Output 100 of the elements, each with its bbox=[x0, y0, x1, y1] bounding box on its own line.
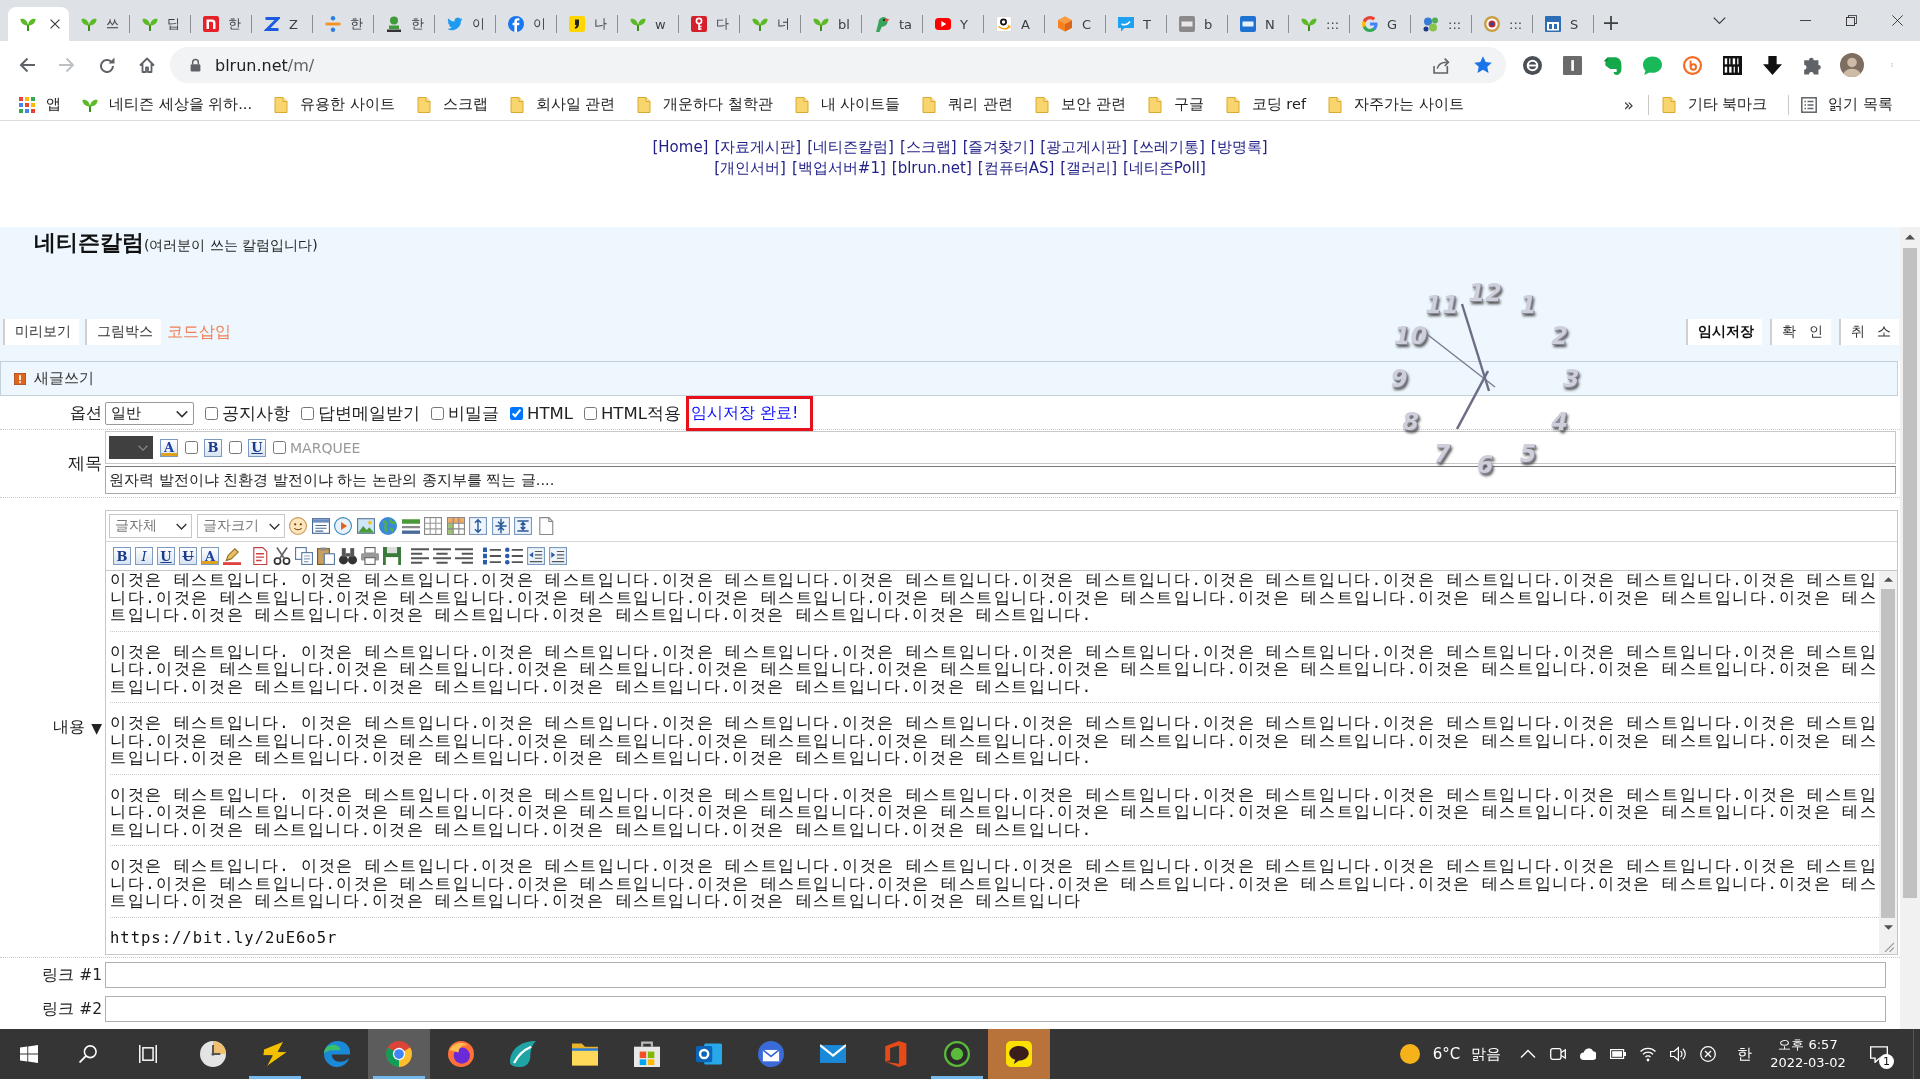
scissors-icon[interactable] bbox=[273, 547, 291, 565]
download-arrow-icon[interactable] bbox=[1762, 55, 1782, 75]
preview-button[interactable]: 미리보기 bbox=[3, 319, 79, 345]
bookmark-folder[interactable]: 보안 관련 bbox=[1028, 90, 1132, 119]
scroll-up-icon[interactable] bbox=[1883, 575, 1893, 584]
home-icon[interactable] bbox=[139, 57, 155, 73]
puzzle-icon[interactable] bbox=[1802, 55, 1822, 75]
bookmark-folder[interactable]: 자주가는 사이트 bbox=[1321, 90, 1470, 119]
indent-icon[interactable] bbox=[549, 547, 567, 565]
address-bar[interactable]: blrun.net/m/ bbox=[170, 47, 1506, 83]
nav-link[interactable]: [쓰레기통] bbox=[1133, 137, 1205, 158]
link-input-field[interactable] bbox=[105, 962, 1886, 988]
nav-link[interactable]: [컴퓨터AS] bbox=[977, 158, 1055, 179]
browser-tab[interactable]: ::: bbox=[1289, 7, 1350, 41]
notification-icon[interactable] bbox=[1870, 1045, 1888, 1063]
align-right-icon[interactable] bbox=[455, 547, 473, 565]
category-select[interactable]: 일반 bbox=[105, 402, 194, 425]
image-icon[interactable] bbox=[356, 517, 375, 535]
collapse-toggle[interactable]: ▼ bbox=[91, 719, 102, 736]
nav-link[interactable]: [네티즌칼럼] bbox=[807, 137, 894, 158]
text-color-button[interactable]: A bbox=[160, 438, 178, 457]
nav-link[interactable]: [광고게시판] bbox=[1040, 137, 1128, 158]
nav-link[interactable]: [Home] bbox=[652, 137, 709, 158]
outdent-icon[interactable] bbox=[527, 547, 545, 565]
underline-button[interactable]: U bbox=[248, 438, 266, 457]
font-select[interactable]: 글자체 bbox=[109, 514, 192, 538]
battery-icon[interactable] bbox=[1610, 1046, 1626, 1062]
horizontal-rule-icon[interactable] bbox=[401, 517, 420, 535]
align-left-icon[interactable] bbox=[411, 547, 429, 565]
close-icon[interactable] bbox=[1891, 15, 1903, 26]
copy-icon[interactable] bbox=[295, 547, 313, 565]
browser-tab[interactable]: 딥 bbox=[130, 7, 191, 41]
checkbox[interactable] bbox=[229, 441, 242, 454]
nav-link[interactable]: [갤러리] bbox=[1060, 158, 1117, 179]
ring-logo-icon[interactable] bbox=[1522, 55, 1542, 75]
bookmark-link[interactable]: 네티즌 세상을 위하... bbox=[76, 90, 259, 119]
browser-tab[interactable]: 다 bbox=[679, 7, 740, 41]
back-arrow-icon[interactable] bbox=[19, 57, 35, 73]
bullet-list-icon[interactable] bbox=[505, 547, 523, 565]
chevron-down-icon[interactable] bbox=[1712, 14, 1726, 27]
circle-logo-icon[interactable] bbox=[1682, 55, 1702, 75]
checkbox[interactable] bbox=[301, 407, 314, 420]
scrollbar-thumb[interactable] bbox=[1881, 589, 1895, 918]
browser-tab[interactable]: b bbox=[1167, 7, 1228, 41]
checkbox[interactable] bbox=[431, 407, 444, 420]
bookmark-folder[interactable]: 회사일 관련 bbox=[502, 90, 622, 119]
checkbox[interactable] bbox=[273, 441, 286, 454]
nav-link[interactable]: [방명록] bbox=[1210, 137, 1268, 158]
underline-button[interactable]: U bbox=[157, 547, 175, 565]
browser-tab[interactable]: 한 bbox=[313, 7, 374, 41]
temp-save-button[interactable]: 임시저장 bbox=[1686, 319, 1763, 345]
restore-icon[interactable] bbox=[1845, 15, 1857, 26]
bookmark-folder[interactable]: 쿼리 관련 bbox=[915, 90, 1020, 119]
spacing-icon[interactable] bbox=[469, 517, 487, 535]
color-select[interactable] bbox=[109, 436, 153, 459]
task-view-icon[interactable] bbox=[139, 1045, 157, 1063]
volume-icon[interactable] bbox=[1670, 1046, 1686, 1062]
browser-tab[interactable]: 너 bbox=[740, 7, 801, 41]
browser-tab[interactable]: 나 bbox=[557, 7, 618, 41]
bookmark-folder[interactable]: 기타 북마크 bbox=[1654, 90, 1774, 119]
spacing-icon[interactable] bbox=[491, 517, 510, 535]
bookmark-folder[interactable]: 코딩 ref bbox=[1218, 90, 1312, 119]
image-box-button[interactable]: 그림박스 bbox=[85, 319, 161, 345]
nav-link[interactable]: [스크랩] bbox=[899, 137, 957, 158]
confirm-button[interactable]: 확 인 bbox=[1770, 319, 1831, 345]
plus-icon[interactable] bbox=[1604, 15, 1618, 30]
browser-tab[interactable]: w bbox=[618, 7, 679, 41]
browser-tab[interactable]: 이 bbox=[496, 7, 557, 41]
browser-tab[interactable]: 한 bbox=[374, 7, 435, 41]
taskbar-clock[interactable]: 오후 6:57 2022-03-02 bbox=[1767, 1036, 1849, 1072]
page-icon[interactable] bbox=[536, 517, 555, 535]
browser-tab[interactable]: T bbox=[1106, 7, 1167, 41]
nav-link[interactable]: [blrun.net] bbox=[891, 158, 972, 179]
nav-link[interactable]: [개인서버] bbox=[714, 158, 786, 179]
font-size-select[interactable]: 글자크기 bbox=[196, 514, 285, 538]
camera-icon[interactable] bbox=[1550, 1046, 1566, 1062]
cancel-button[interactable]: 취 소 bbox=[1838, 319, 1899, 345]
scrollbar-thumb[interactable] bbox=[1903, 248, 1917, 898]
emoticon-icon[interactable] bbox=[289, 517, 307, 535]
chat-bubble-icon[interactable] bbox=[1642, 55, 1662, 75]
table-icon[interactable] bbox=[424, 517, 442, 535]
checkbox[interactable] bbox=[205, 407, 218, 420]
scroll-up-icon[interactable] bbox=[1905, 232, 1915, 242]
share-icon[interactable] bbox=[1433, 56, 1450, 74]
bookmark-folder[interactable]: 내 사이트들 bbox=[787, 90, 907, 119]
bar-tile-icon[interactable] bbox=[1562, 55, 1582, 75]
apps-shortcut[interactable]: 앱 bbox=[13, 90, 67, 119]
document-icon[interactable] bbox=[311, 517, 330, 535]
lock-icon[interactable] bbox=[189, 58, 202, 72]
text-color-button[interactable]: A bbox=[201, 547, 219, 565]
italic-button[interactable]: I bbox=[135, 547, 153, 565]
binoculars-icon[interactable] bbox=[339, 547, 357, 565]
spacing-icon[interactable] bbox=[514, 517, 532, 535]
browser-tab[interactable]: 한 bbox=[191, 7, 252, 41]
checkbox[interactable] bbox=[510, 407, 523, 420]
browser-tab[interactable]: S bbox=[1533, 7, 1594, 41]
reload-icon[interactable] bbox=[99, 57, 115, 73]
taskbar-button[interactable] bbox=[988, 1029, 1050, 1079]
wifi-icon[interactable] bbox=[1640, 1046, 1656, 1062]
nav-link[interactable]: [자료게시판] bbox=[714, 137, 802, 158]
